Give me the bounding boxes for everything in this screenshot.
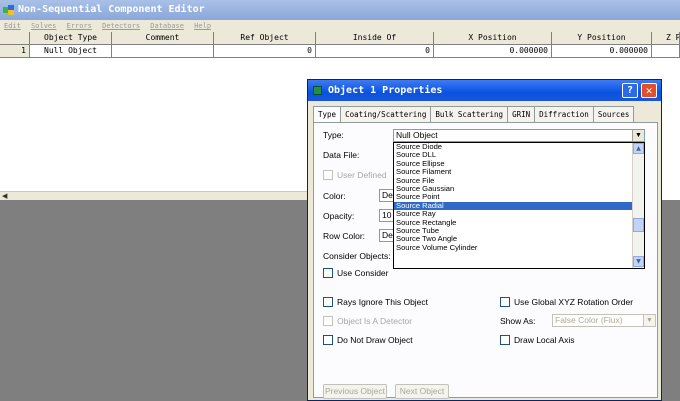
use-consider-checkbox[interactable] bbox=[323, 268, 333, 278]
draw-local-axis-label: Draw Local Axis bbox=[514, 335, 575, 345]
next-object-button[interactable]: Next Object bbox=[395, 384, 449, 399]
cell-z-position[interactable] bbox=[652, 45, 680, 58]
list-item[interactable]: Source Volume Cylinder bbox=[394, 243, 644, 252]
menu-help[interactable]: Help bbox=[194, 22, 211, 30]
column-header-z-position[interactable]: Z P bbox=[652, 32, 680, 45]
column-header-x-position[interactable]: X Position bbox=[434, 32, 552, 45]
color-label: Color: bbox=[323, 191, 346, 201]
use-global-rotation-checkbox[interactable] bbox=[500, 297, 510, 307]
column-header-object-type[interactable]: Object Type bbox=[30, 32, 112, 45]
menu-solves[interactable]: Solves bbox=[31, 22, 56, 30]
use-global-rotation-label: Use Global XYZ Rotation Order bbox=[514, 297, 634, 307]
column-header-row-number bbox=[0, 32, 30, 45]
user-defined-label: User Defined bbox=[337, 170, 387, 180]
horizontal-scrollbar[interactable]: ◀ bbox=[0, 191, 307, 200]
tab-sources[interactable]: Sources bbox=[592, 106, 635, 122]
menu-errors[interactable]: Errors bbox=[67, 22, 92, 30]
row-color-label: Row Color: bbox=[323, 231, 366, 241]
draw-local-axis-checkbox[interactable] bbox=[500, 335, 510, 345]
type-select-value: Null Object bbox=[396, 130, 438, 140]
list-scrollbar[interactable]: ▲ ▼ bbox=[632, 143, 644, 268]
cell-comment[interactable] bbox=[112, 45, 214, 58]
column-header-comment[interactable]: Comment bbox=[112, 32, 214, 45]
tab-diffraction[interactable]: Diffraction bbox=[534, 106, 594, 122]
dialog-app-icon bbox=[313, 86, 322, 95]
type-tab-panel: Type: Null Object ▼ Data File: User Defi… bbox=[313, 122, 658, 399]
show-as-value: False Color (Flux) bbox=[555, 315, 623, 325]
zemax-app-icon bbox=[3, 5, 14, 15]
dialog-title: Object 1 Properties bbox=[328, 85, 443, 96]
close-button[interactable]: ✕ bbox=[641, 83, 657, 98]
cell-object-type[interactable]: Null Object bbox=[30, 45, 112, 58]
do-not-draw-checkbox[interactable] bbox=[323, 335, 333, 345]
tab-coating-scattering[interactable]: Coating/Scattering bbox=[340, 106, 432, 122]
object-is-detector-label: Object Is A Detector bbox=[337, 316, 413, 326]
consider-objects-label: Consider Objects: bbox=[323, 251, 391, 261]
row-number: 1 bbox=[0, 45, 30, 58]
rays-ignore-label: Rays Ignore This Object bbox=[337, 297, 429, 307]
editor-title: Non-Sequential Component Editor bbox=[18, 4, 205, 15]
type-dropdown-list[interactable]: Source Diode Source DLL Source Ellipse S… bbox=[393, 142, 645, 269]
object-is-detector-checkbox[interactable] bbox=[323, 316, 333, 326]
cell-inside-of[interactable]: 0 bbox=[316, 45, 434, 58]
menu-detectors[interactable]: Detectors bbox=[102, 22, 140, 30]
column-header-y-position[interactable]: Y Position bbox=[552, 32, 652, 45]
tab-bulk-scattering[interactable]: Bulk Scattering bbox=[430, 106, 509, 122]
tab-type[interactable]: Type bbox=[313, 106, 342, 123]
opacity-label: Opacity: bbox=[323, 211, 355, 221]
scroll-up-icon[interactable]: ▲ bbox=[633, 143, 644, 154]
help-button[interactable]: ? bbox=[622, 83, 638, 98]
scroll-left-icon[interactable]: ◀ bbox=[2, 192, 12, 200]
previous-object-button[interactable]: Previous Object bbox=[323, 384, 387, 399]
use-consider-label: Use Consider bbox=[337, 268, 389, 278]
menu-edit[interactable]: Edit bbox=[4, 22, 21, 30]
object-properties-dialog: Object 1 Properties ? ✕ Type Coating/Sca… bbox=[307, 79, 662, 401]
show-as-label: Show As: bbox=[500, 316, 536, 326]
cell-y-position[interactable]: 0.000000 bbox=[552, 45, 652, 58]
component-grid: Object Type Comment Ref Object Inside Of… bbox=[0, 32, 680, 58]
scroll-thumb[interactable] bbox=[633, 218, 644, 232]
cell-x-position[interactable]: 0.000000 bbox=[434, 45, 552, 58]
column-header-inside-of[interactable]: Inside Of bbox=[316, 32, 434, 45]
tab-strip: Type Coating/Scattering Bulk Scattering … bbox=[313, 106, 658, 123]
column-header-ref-object[interactable]: Ref Object bbox=[214, 32, 316, 45]
show-as-select[interactable]: False Color (Flux) ▼ bbox=[552, 314, 656, 327]
do-not-draw-label: Do Not Draw Object bbox=[337, 335, 413, 345]
rays-ignore-checkbox[interactable] bbox=[323, 297, 333, 307]
type-select[interactable]: Null Object ▼ bbox=[393, 129, 645, 142]
data-file-label: Data File: bbox=[323, 150, 360, 160]
menu-database[interactable]: Database bbox=[150, 22, 184, 30]
tab-grin[interactable]: GRIN bbox=[507, 106, 536, 122]
scroll-down-icon[interactable]: ▼ bbox=[633, 256, 644, 267]
dialog-titlebar[interactable]: Object 1 Properties ? ✕ bbox=[308, 80, 661, 101]
editor-titlebar[interactable]: Non-Sequential Component Editor bbox=[0, 0, 680, 20]
editor-menubar: Edit Solves Errors Detectors Database He… bbox=[0, 20, 680, 32]
user-defined-checkbox[interactable] bbox=[323, 170, 333, 180]
table-row[interactable]: 1 Null Object 0 0 0.000000 0.000000 bbox=[0, 45, 680, 58]
cell-ref-object[interactable]: 0 bbox=[214, 45, 316, 58]
chevron-down-icon[interactable]: ▼ bbox=[643, 315, 655, 326]
grid-header: Object Type Comment Ref Object Inside Of… bbox=[0, 32, 680, 45]
chevron-down-icon[interactable]: ▼ bbox=[632, 130, 644, 141]
type-label: Type: bbox=[323, 130, 344, 140]
